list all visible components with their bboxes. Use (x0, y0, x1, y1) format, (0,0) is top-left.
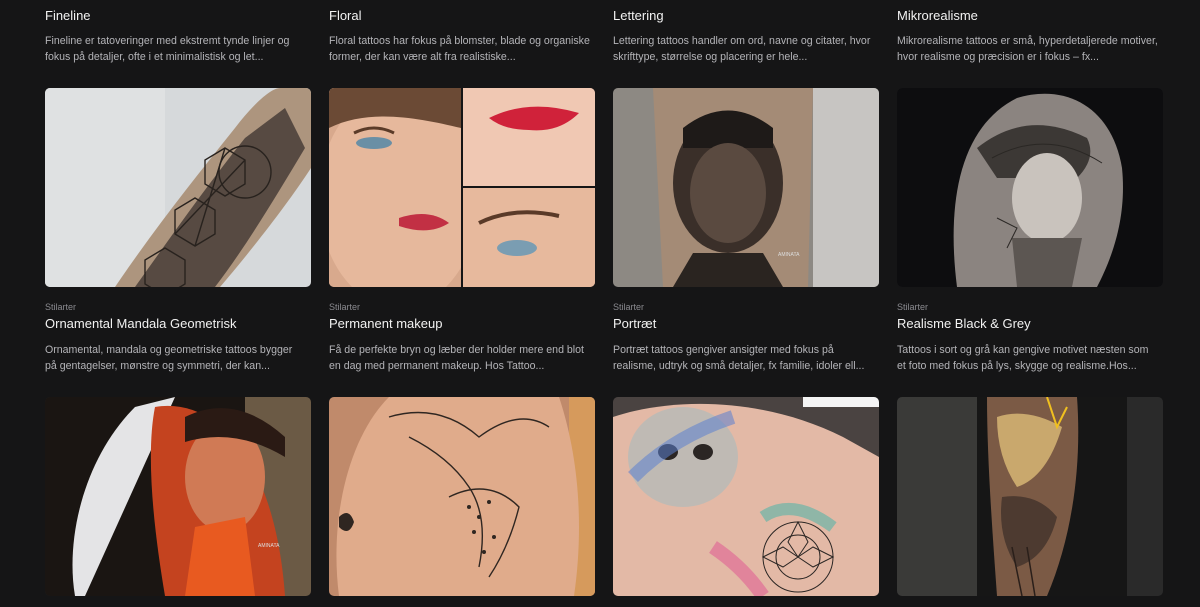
color-sleeve-tattoo-photo-icon[interactable] (897, 397, 1163, 596)
permanent-makeup-photo-icon[interactable] (329, 88, 595, 287)
card-title[interactable]: Floral (329, 8, 362, 23)
statue-realism-tattoo-photo-icon[interactable] (897, 88, 1163, 287)
card-title[interactable]: Permanent makeup (329, 316, 442, 331)
card-description: Ornamental, mandala og geometriske tatto… (45, 344, 293, 372)
card-description: Floral tattoos har fokus på blomster, bl… (329, 35, 590, 63)
card-category: Stilarter (897, 302, 929, 312)
card-description: Få de perfekte bryn og læber der holder … (329, 344, 584, 372)
card-description: Lettering tattoos handler om ord, navne … (613, 35, 871, 63)
card-description: Tattoos i sort og grå kan gengive motive… (897, 344, 1149, 372)
pug-mandala-tattoo-photo-icon[interactable] (613, 397, 879, 596)
styles-grid: Fineline Fineline er tatoveringer med ek… (0, 0, 1200, 607)
card-description: Portræt tattoos gengiver ansigter med fo… (613, 344, 865, 372)
card-description: Mikrorealisme tattoos er små, hyperdetal… (897, 35, 1158, 63)
dragon-leopard-back-tattoo-photo-icon[interactable] (329, 397, 595, 596)
card-title[interactable]: Fineline (45, 8, 91, 23)
geometric-sleeve-photo-icon[interactable] (45, 88, 311, 287)
woman-face-color-tattoo-photo-icon[interactable]: AMINATA (45, 397, 311, 596)
card-category: Stilarter (45, 302, 77, 312)
card-title[interactable]: Portræt (613, 316, 656, 331)
card-title[interactable]: Realisme Black & Grey (897, 316, 1031, 331)
card-category: Stilarter (613, 302, 645, 312)
card-title[interactable]: Mikrorealisme (897, 8, 978, 23)
svg-text:AMINATA: AMINATA (258, 543, 280, 549)
card-description: Fineline er tatoveringer med ekstremt ty… (45, 35, 290, 63)
card-title[interactable]: Ornamental Mandala Geometrisk (45, 316, 236, 331)
portrait-tattoo-photo-icon[interactable]: AMINATA (613, 88, 879, 287)
card-title[interactable]: Lettering (613, 8, 664, 23)
svg-text:AMINATA: AMINATA (778, 252, 800, 258)
card-category: Stilarter (329, 302, 361, 312)
